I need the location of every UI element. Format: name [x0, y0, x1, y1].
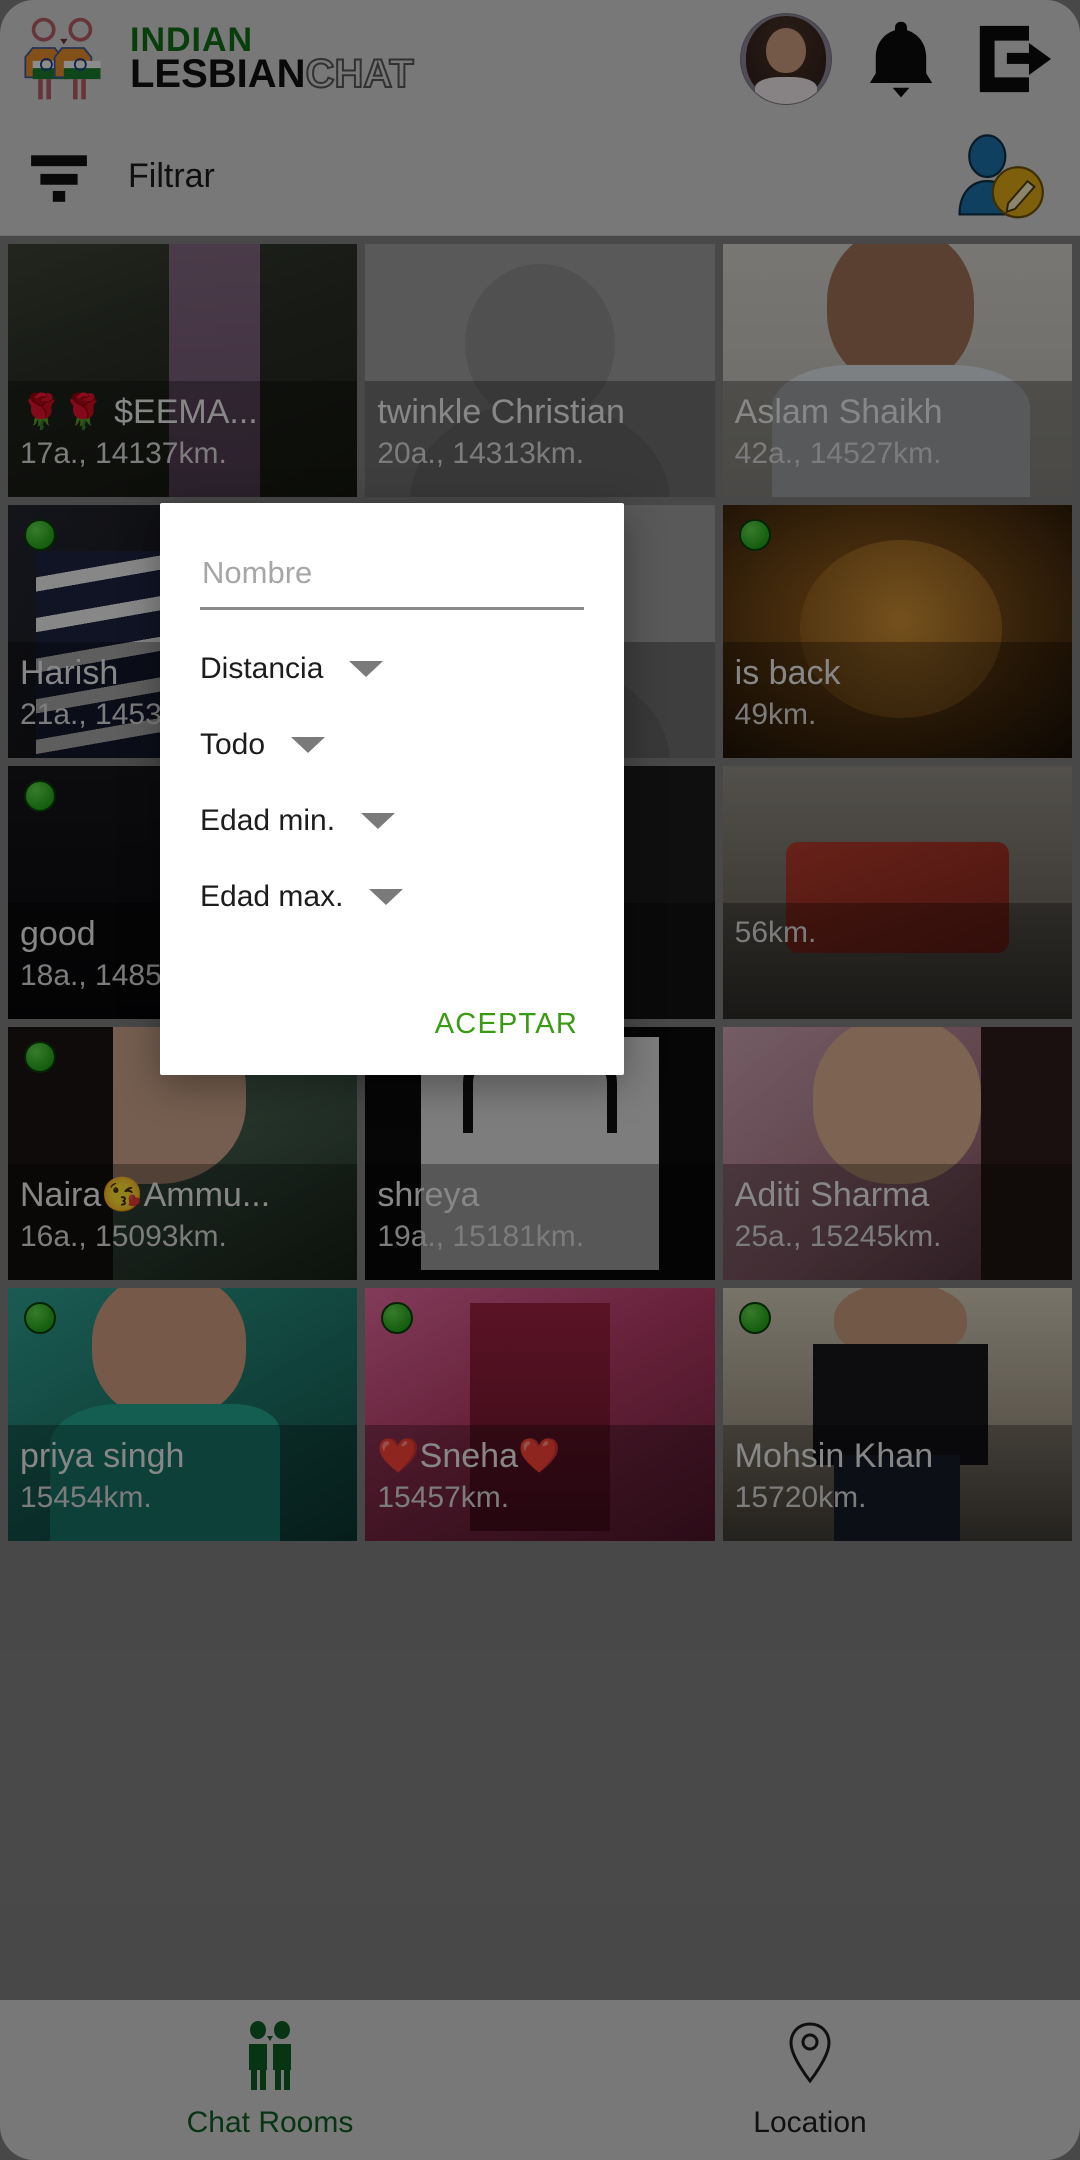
age-max-spinner-label: Edad max. — [200, 880, 344, 913]
header-actions — [740, 13, 1080, 105]
logo-word-chat: CHAT — [305, 52, 415, 97]
online-status-dot — [24, 1041, 56, 1073]
card-name: Naira😘Ammu... — [20, 1176, 271, 1214]
online-status-dot — [738, 1302, 771, 1334]
app-header: INDIAN LESBIANCHAT — [0, 0, 1080, 118]
card-meta: 42a., 14527km. — [734, 436, 942, 470]
age-min-spinner-label: Edad min. — [200, 804, 336, 837]
avatar-clothing — [755, 77, 817, 104]
card-meta: 49km. — [734, 697, 817, 731]
online-status-dot — [738, 519, 771, 551]
card-meta: 19a., 15181km. — [377, 1219, 585, 1253]
dialog-actions: ACEPTAR — [200, 990, 584, 1059]
card-name: Aditi Sharma — [734, 1176, 930, 1214]
edit-profile-icon[interactable] — [948, 133, 1046, 220]
chevron-down-icon — [291, 737, 326, 753]
filter-dialog: Distancia Todo Edad min. Edad max. ACEPT… — [160, 503, 624, 1075]
background-content: INDIAN LESBIANCHAT Filtrar 🌹🌹 $EEMA... 1… — [0, 0, 1080, 2160]
user-card[interactable]: 🌹🌹 $EEMA... 17a., 14137km. — [8, 244, 358, 497]
user-card[interactable]: Mohsin Khan 15720km. — [722, 1288, 1072, 1541]
user-card[interactable]: is back 49km. — [722, 505, 1072, 758]
chevron-down-icon — [361, 813, 396, 829]
app-root: INDIAN LESBIANCHAT Filtrar 🌹🌹 $EEMA... 1… — [0, 0, 1080, 2160]
logo-word-lesbian: LESBIAN — [130, 52, 306, 97]
card-caption: Aslam Shaikh 42a., 14527km. — [722, 381, 1072, 497]
chevron-down-icon — [349, 661, 384, 677]
card-name: 🌹🌹 $EEMA... — [20, 393, 258, 431]
card-meta: 20a., 14313km. — [377, 436, 585, 470]
nav-item-chat-rooms[interactable]: Chat Rooms — [0, 2020, 540, 2140]
filter-icon[interactable] — [28, 148, 90, 206]
name-field-wrapper — [200, 555, 584, 610]
user-card[interactable]: Aditi Sharma 25a., 15245km. — [722, 1027, 1072, 1280]
card-caption: Naira😘Ammu... 16a., 15093km. — [8, 1164, 358, 1280]
card-name: Aslam Shaikh — [734, 393, 943, 431]
map-pin-icon — [789, 2022, 831, 2084]
card-caption: Aditi Sharma 25a., 15245km. — [722, 1164, 1072, 1280]
user-card[interactable]: 56km. — [722, 766, 1072, 1019]
accept-button[interactable]: ACEPTAR — [429, 990, 584, 1059]
lesbian-couple-icon — [24, 17, 101, 100]
card-caption: twinkle Christian 20a., 14313km. — [365, 381, 715, 497]
app-logo: INDIAN LESBIANCHAT — [0, 15, 415, 103]
notification-bell-icon[interactable] — [862, 17, 940, 101]
card-name: is back — [734, 654, 841, 692]
user-card[interactable]: twinkle Christian 20a., 14313km. — [365, 244, 715, 497]
card-caption: 56km. — [722, 903, 1072, 1019]
name-input-underline — [200, 607, 584, 610]
online-status-dot — [24, 519, 56, 551]
user-card[interactable]: Aslam Shaikh 42a., 14527km. — [722, 244, 1072, 497]
card-meta: 16a., 15093km. — [20, 1219, 227, 1253]
card-meta: 17a., 14137km. — [20, 436, 227, 470]
name-input[interactable] — [200, 555, 584, 607]
card-meta: 56km. — [734, 916, 817, 949]
card-name: ❤️Sneha❤️ — [377, 1437, 561, 1475]
card-meta: 15720km. — [734, 1480, 867, 1514]
card-meta: 25a., 15245km. — [734, 1219, 942, 1253]
filter-bar[interactable]: Filtrar — [0, 118, 1080, 236]
card-caption: 🌹🌹 $EEMA... 17a., 14137km. — [8, 381, 358, 497]
logo-line-lesbianchat: LESBIANCHAT — [130, 53, 415, 95]
logout-icon[interactable] — [970, 16, 1056, 102]
online-status-dot — [24, 780, 56, 812]
distance-spinner[interactable]: Distancia — [200, 652, 584, 686]
distance-spinner-label: Distancia — [200, 652, 324, 685]
card-name: twinkle Christian — [377, 393, 625, 431]
bottom-navigation: Chat Rooms Location — [0, 2000, 1080, 2160]
filter-label[interactable]: Filtrar — [128, 157, 215, 196]
card-caption: shreya 19a., 15181km. — [365, 1164, 715, 1280]
age-max-spinner[interactable]: Edad max. — [200, 880, 584, 914]
online-status-dot — [24, 1302, 56, 1334]
card-name: shreya — [377, 1176, 480, 1214]
chevron-down-icon — [369, 889, 404, 905]
user-card[interactable]: ❤️Sneha❤️ 15457km. — [365, 1288, 715, 1541]
nav-label-chat-rooms: Chat Rooms — [186, 2106, 354, 2139]
user-card[interactable]: priya singh 15454km. — [8, 1288, 358, 1541]
gender-spinner-label: Todo — [200, 728, 266, 761]
card-caption: priya singh 15454km. — [8, 1425, 358, 1541]
couple-icon — [249, 2021, 291, 2090]
card-name: Mohsin Khan — [734, 1437, 934, 1475]
card-name: priya singh — [20, 1437, 185, 1475]
avatar-face — [766, 28, 806, 74]
profile-avatar[interactable] — [740, 13, 832, 105]
card-meta: 15454km. — [20, 1480, 152, 1514]
nav-label-location: Location — [753, 2106, 867, 2139]
gender-spinner[interactable]: Todo — [200, 728, 584, 762]
card-caption: ❤️Sneha❤️ 15457km. — [365, 1425, 715, 1541]
card-meta: 15457km. — [377, 1480, 510, 1514]
logo-text: INDIAN LESBIANCHAT — [130, 23, 415, 95]
card-caption: Mohsin Khan 15720km. — [722, 1425, 1072, 1541]
age-min-spinner[interactable]: Edad min. — [200, 804, 584, 838]
nav-item-location[interactable]: Location — [540, 2020, 1080, 2140]
card-caption: is back 49km. — [722, 642, 1072, 758]
